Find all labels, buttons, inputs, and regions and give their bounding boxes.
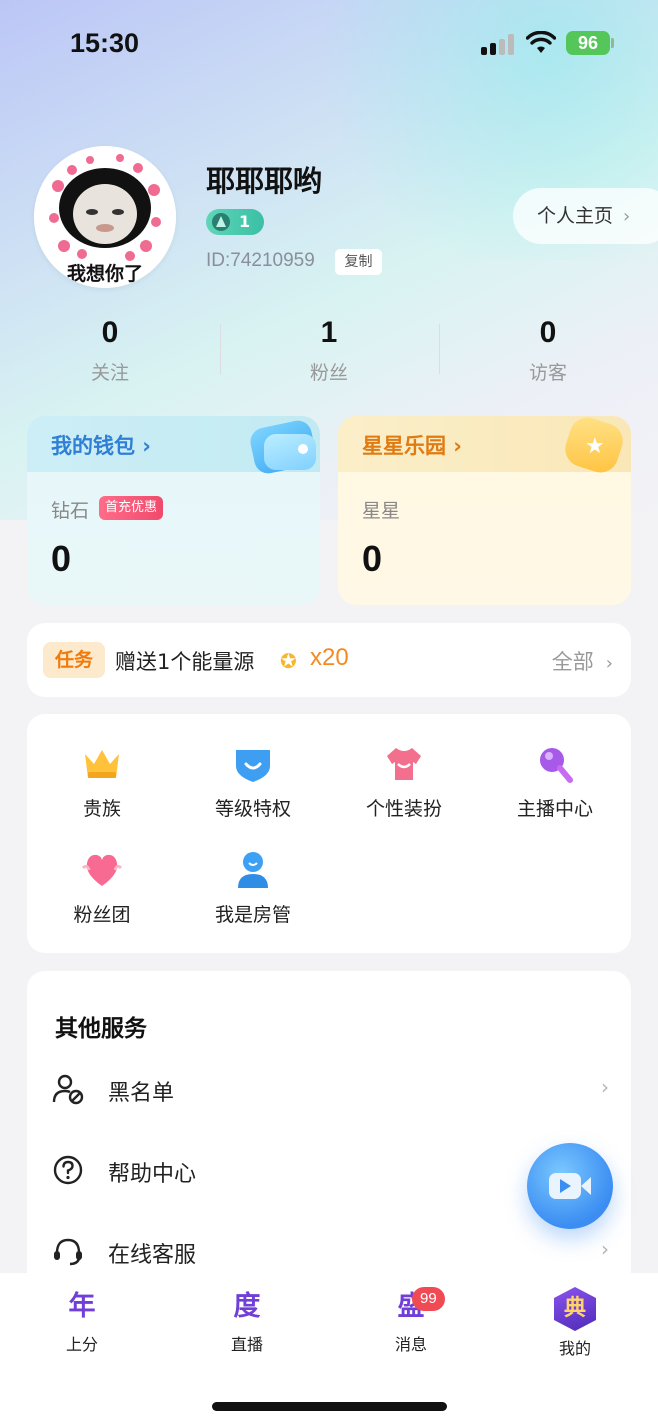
task-text: 赠送1个能量源 — [115, 650, 255, 674]
user-id: ID:74210959 — [206, 250, 315, 271]
user-icon — [232, 850, 274, 890]
stat-label: 粉丝 — [309, 362, 348, 384]
tab-icon: 度 — [233, 1291, 261, 1322]
services-title: 其他服务 — [55, 1016, 147, 1042]
diamond-label: 钻石 — [51, 500, 90, 522]
diamond-value: 0 — [51, 538, 72, 579]
battery-tip — [611, 38, 614, 48]
wifi-icon — [525, 30, 557, 55]
avatar[interactable]: 我想你了 — [34, 146, 176, 288]
signal-icon — [481, 33, 515, 55]
homepage-label: 个人主页 — [537, 205, 614, 227]
feature-level-privilege[interactable]: 等级特权 — [178, 744, 328, 821]
chevron-right-icon: › — [601, 1237, 609, 1261]
feature-label: 等级特权 — [214, 798, 291, 820]
task-count: x20 — [310, 644, 349, 671]
headset-icon — [52, 1235, 84, 1267]
message-badge: 99 — [412, 1287, 445, 1311]
service-label: 帮助中心 — [108, 1162, 197, 1187]
homepage-button[interactable]: 个人主页 › — [513, 188, 658, 244]
feature-label: 我是房管 — [214, 904, 291, 926]
tab-label: 直播 — [230, 1335, 263, 1354]
feature-label: 个性装扮 — [365, 798, 442, 820]
stat-following[interactable]: 0 关注 — [0, 316, 220, 385]
tab-icon: 典 — [554, 1287, 596, 1331]
stat-label: 关注 — [90, 362, 129, 384]
task-all-label: 全部 — [551, 650, 594, 674]
feature-nobility[interactable]: 贵族 — [27, 744, 177, 821]
status-time: 15:30 — [70, 28, 140, 58]
nickname: 耶耶耶哟 — [206, 164, 323, 198]
tab-score[interactable]: 年 上分 — [32, 1287, 132, 1355]
feature-dressup[interactable]: 个性装扮 — [329, 744, 479, 821]
feature-label: 主播中心 — [516, 798, 593, 820]
star-park-title: 星星乐园 › — [362, 434, 462, 458]
wallet-icon — [246, 416, 319, 476]
stat-fans[interactable]: 1 粉丝 — [219, 316, 439, 385]
video-camera-icon — [549, 1173, 581, 1199]
feature-anchor-center[interactable]: 主播中心 — [480, 744, 630, 821]
promo-badge: 首充优惠 — [99, 496, 164, 520]
tab-mine[interactable]: 典 我的 — [525, 1287, 625, 1359]
feature-grid: 贵族 等级特权 个性装扮 主播中心 粉丝团 我是房管 — [27, 714, 631, 953]
stat-visitors[interactable]: 0 访客 — [438, 316, 658, 385]
copy-button[interactable]: 复制 — [335, 249, 382, 275]
chevron-right-icon: › — [601, 1075, 609, 1099]
shield-icon — [232, 744, 274, 784]
video-camera-lens — [581, 1177, 591, 1195]
feature-room-manager[interactable]: 我是房管 — [178, 850, 328, 927]
stat-label: 访客 — [528, 362, 567, 384]
level-badge[interactable]: 1 — [206, 209, 264, 235]
feature-label: 贵族 — [82, 798, 121, 820]
stat-value: 1 — [320, 316, 338, 349]
tab-label: 消息 — [394, 1335, 427, 1354]
stat-value: 0 — [539, 316, 557, 349]
tab-icon: 年 — [68, 1291, 96, 1322]
task-bar[interactable]: 任务 赠送1个能量源 ✪ x20 全部 › — [27, 623, 631, 697]
feature-fan-club[interactable]: 粉丝团 — [27, 850, 177, 927]
tab-live[interactable]: 度 直播 — [197, 1287, 297, 1355]
tab-label: 我的 — [558, 1339, 591, 1358]
gem-icon — [212, 213, 230, 231]
battery-icon: 96 — [566, 31, 610, 55]
service-online-support[interactable]: 在线客服 › — [27, 1221, 631, 1281]
user-block-icon — [52, 1073, 84, 1105]
help-icon — [52, 1154, 84, 1186]
chevron-right-icon: › — [605, 653, 613, 674]
tab-messages[interactable]: 盛 消息 — [361, 1287, 461, 1355]
wallet-title: 我的钱包 › — [51, 434, 151, 458]
chevron-right-icon: › — [623, 206, 631, 227]
task-all-link[interactable]: 全部 › — [552, 646, 613, 676]
task-tag: 任务 — [43, 642, 105, 678]
feature-label: 粉丝团 — [73, 904, 131, 926]
service-blacklist[interactable]: 黑名单 › — [27, 1059, 631, 1119]
tab-label: 上分 — [65, 1335, 98, 1354]
star-value: 0 — [362, 538, 383, 579]
stat-value: 0 — [101, 316, 119, 349]
star-icon: ★ — [560, 416, 628, 478]
shirt-icon — [383, 744, 425, 784]
microphone-icon — [534, 744, 576, 784]
avatar-caption: 我想你了 — [66, 263, 143, 285]
service-label: 黑名单 — [108, 1081, 175, 1106]
start-live-button[interactable] — [527, 1143, 613, 1229]
heart-icon — [81, 850, 123, 890]
service-label: 在线客服 — [108, 1243, 197, 1268]
crown-icon — [81, 744, 123, 784]
home-indicator — [212, 1402, 447, 1411]
tab-icon: 盛 — [397, 1291, 425, 1322]
wallet-card[interactable]: 我的钱包 › 钻石 首充优惠 0 — [27, 416, 320, 605]
level-number: 1 — [239, 212, 251, 231]
star-label: 星星 — [362, 500, 401, 522]
energy-star-icon: ✪ — [280, 649, 297, 673]
star-park-card[interactable]: 星星乐园 › ★ 星星 0 — [338, 416, 631, 605]
services-card: 其他服务 黑名单 › 帮助中心 在线客服 › — [27, 971, 631, 1301]
